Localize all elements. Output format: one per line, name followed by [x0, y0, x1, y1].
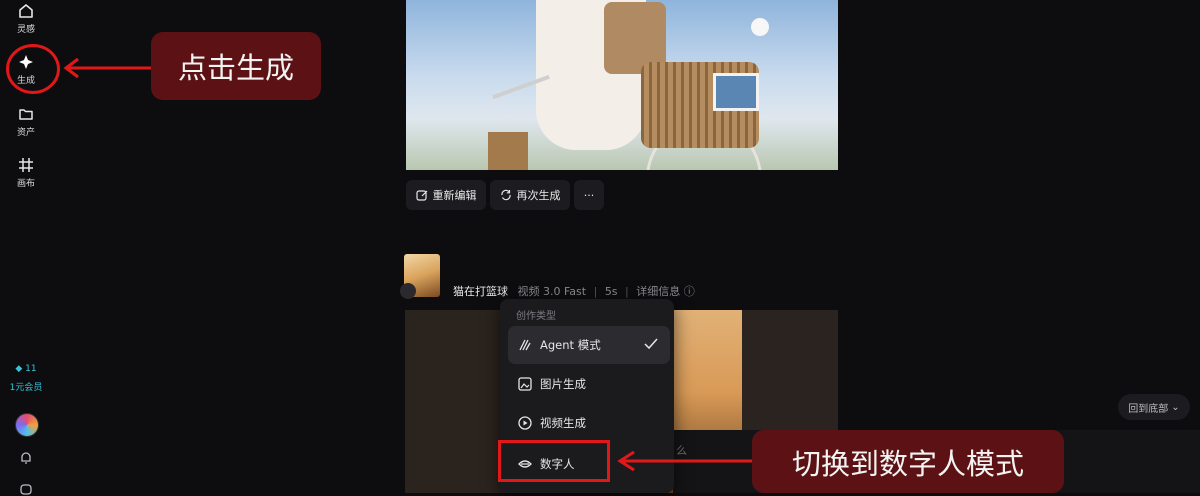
result-title: 猫在打篮球	[453, 285, 508, 298]
result-model: 视频 3.0 Fast	[517, 285, 587, 298]
collapse-icon[interactable]	[400, 283, 416, 299]
image-icon	[518, 377, 532, 391]
arrow-left-icon	[617, 450, 752, 472]
check-icon	[644, 338, 658, 350]
dandelion-shape	[751, 18, 769, 36]
regenerate-label: 再次生成	[516, 189, 561, 202]
more-icon: ···	[583, 188, 595, 202]
sidebar-item-canvas[interactable]: 画布	[0, 157, 52, 189]
home-icon	[19, 4, 33, 18]
regenerate-button[interactable]: 再次生成	[490, 180, 570, 210]
sidebar-item-inspiration[interactable]: 灵感	[0, 3, 52, 35]
scroll-to-bottom-label: 回到底部	[1128, 403, 1169, 415]
separator: |	[593, 285, 598, 298]
sidebar-item-label: 资产	[16, 128, 35, 138]
avatar[interactable]	[15, 413, 39, 437]
menu-item-video-generation[interactable]: 视频生成	[508, 404, 670, 442]
annotation-switch-mode: 切换到数字人模式	[752, 430, 1064, 493]
separator: |	[625, 285, 629, 298]
menu-item-image-generation[interactable]: 图片生成	[508, 365, 670, 403]
credits-count[interactable]: ◆ 11	[0, 364, 52, 374]
menu-header: 创作类型	[516, 311, 556, 322]
canvas-grid-icon	[19, 158, 33, 172]
bell-icon[interactable]	[19, 451, 33, 465]
sidebar-item-assets[interactable]: 资产	[0, 106, 52, 138]
menu-item-label: 视频生成	[540, 416, 586, 430]
result-duration: 5s	[604, 285, 618, 298]
edit-icon	[415, 190, 427, 201]
annotation-click-generate: 点击生成	[151, 32, 321, 100]
chat-icon[interactable]	[19, 484, 33, 496]
agent-icon	[519, 339, 531, 351]
re-edit-button[interactable]: 重新编辑	[406, 180, 486, 210]
folder-icon	[19, 109, 33, 120]
generated-image-bicycle[interactable]	[406, 0, 838, 170]
more-button[interactable]: ···	[574, 180, 604, 210]
regenerate-icon	[500, 189, 511, 201]
scroll-to-bottom-button[interactable]: 回到底部 ⌄	[1118, 394, 1190, 420]
info-icon[interactable]: ⓘ	[684, 285, 695, 298]
menu-item-agent-mode[interactable]: Agent 模式	[508, 326, 670, 364]
menu-item-label: Agent 模式	[540, 338, 601, 352]
membership-link[interactable]: 1元会员	[0, 380, 52, 393]
arrow-left-icon	[63, 57, 152, 79]
chevron-down-icon: ⌄	[1171, 401, 1180, 413]
details-link[interactable]: 详细信息	[636, 285, 680, 298]
sidebar-item-label: 灵感	[16, 25, 35, 35]
result-meta: 猫在打篮球 视频 3.0 Fast | 5s | 详细信息 ⓘ	[453, 283, 695, 299]
video-icon	[518, 416, 532, 430]
re-edit-label: 重新编辑	[432, 189, 477, 202]
highlight-box	[498, 440, 610, 482]
sticker-shape	[713, 73, 759, 111]
highlight-circle	[6, 44, 60, 94]
front-basket-shape	[488, 132, 528, 170]
sidebar-item-label: 画布	[16, 179, 35, 189]
menu-item-label: 图片生成	[540, 377, 586, 391]
